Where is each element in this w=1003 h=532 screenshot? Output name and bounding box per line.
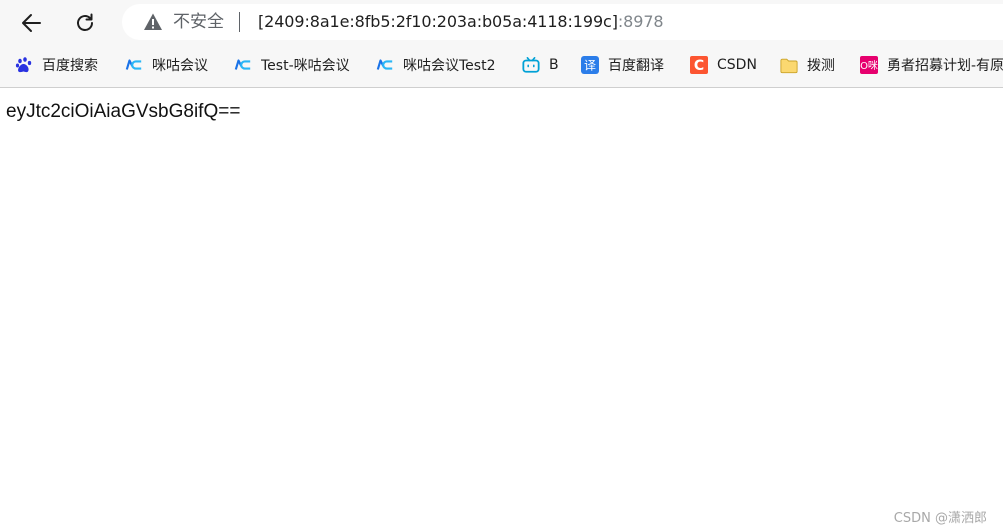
bookmark-label: B (549, 57, 559, 73)
migu-meeting-icon (125, 56, 143, 74)
migu-meeting-icon (376, 56, 394, 74)
bookmark-label: CSDN (717, 57, 757, 73)
address-separator (239, 12, 240, 32)
baidu-paw-icon (15, 56, 33, 74)
bookmark-test-migu-meeting[interactable]: Test-咪咕会议 (234, 54, 350, 76)
bookmark-baidu-translate[interactable]: 译 百度翻译 (581, 54, 664, 76)
address-bar[interactable]: 不安全 [2409:8a1e:8fb5:2f10:203a:b05a:4118:… (122, 4, 1003, 40)
warning-triangle-icon[interactable] (143, 12, 163, 32)
bookmark-bilibili[interactable]: B (522, 54, 559, 76)
bookmark-migu-meeting[interactable]: 咪咕会议 (125, 54, 208, 76)
bookmark-hero-recruitment[interactable]: O咪 勇者招募计划-有原 (860, 54, 1003, 76)
migu-meeting-icon (234, 56, 252, 74)
bilibili-tv-icon (522, 56, 540, 74)
bookmark-label: 咪咕会议 (152, 58, 208, 74)
bookmark-migu-meeting-test2[interactable]: 咪咕会议Test2 (376, 54, 495, 76)
bookmark-csdn[interactable]: C CSDN (690, 54, 757, 76)
security-label[interactable]: 不安全 (173, 12, 224, 32)
svg-text:O咪: O咪 (860, 60, 878, 72)
watermark: CSDN @潇洒郎 (893, 511, 987, 526)
url-host: [2409:8a1e:8fb5:2f10:203a:b05a:4118:199c… (258, 12, 618, 31)
reload-icon (77, 13, 93, 31)
bookmark-label: Test-咪咕会议 (261, 58, 350, 74)
bookmark-label: 百度搜索 (42, 58, 98, 74)
svg-text:C: C (694, 58, 704, 74)
back-button[interactable] (14, 6, 48, 40)
bookmark-folder-dial-test[interactable]: 拨测 (780, 54, 835, 76)
folder-icon (780, 56, 798, 74)
bookmark-label: 百度翻译 (608, 58, 664, 74)
browser-toolbar: 不安全 [2409:8a1e:8fb5:2f10:203a:b05a:4118:… (0, 0, 1003, 45)
bookmark-baidu-search[interactable]: 百度搜索 (15, 54, 98, 76)
page-body-text: eyJtc2ciOiAiaGVsbG8ifQ== (6, 101, 241, 122)
svg-text:译: 译 (584, 59, 596, 73)
translate-icon: 译 (581, 56, 599, 74)
url-port: :8978 (617, 12, 664, 31)
bookmark-label: 拨测 (807, 58, 835, 74)
csdn-icon: C (690, 56, 708, 74)
migu-logo-icon: O咪 (860, 56, 878, 74)
bookmark-label: 咪咕会议Test2 (403, 58, 496, 74)
reload-button[interactable] (68, 6, 102, 40)
bookmark-label: 勇者招募计划-有原 (887, 58, 1003, 74)
url-text[interactable]: [2409:8a1e:8fb5:2f10:203a:b05a:4118:199c… (258, 12, 664, 32)
bookmarks-bar: 百度搜索 咪咕会议 Test-咪咕会议 咪咕会议Test2 B 译 百度翻译 C… (0, 45, 1003, 88)
back-arrow-icon (22, 14, 41, 32)
